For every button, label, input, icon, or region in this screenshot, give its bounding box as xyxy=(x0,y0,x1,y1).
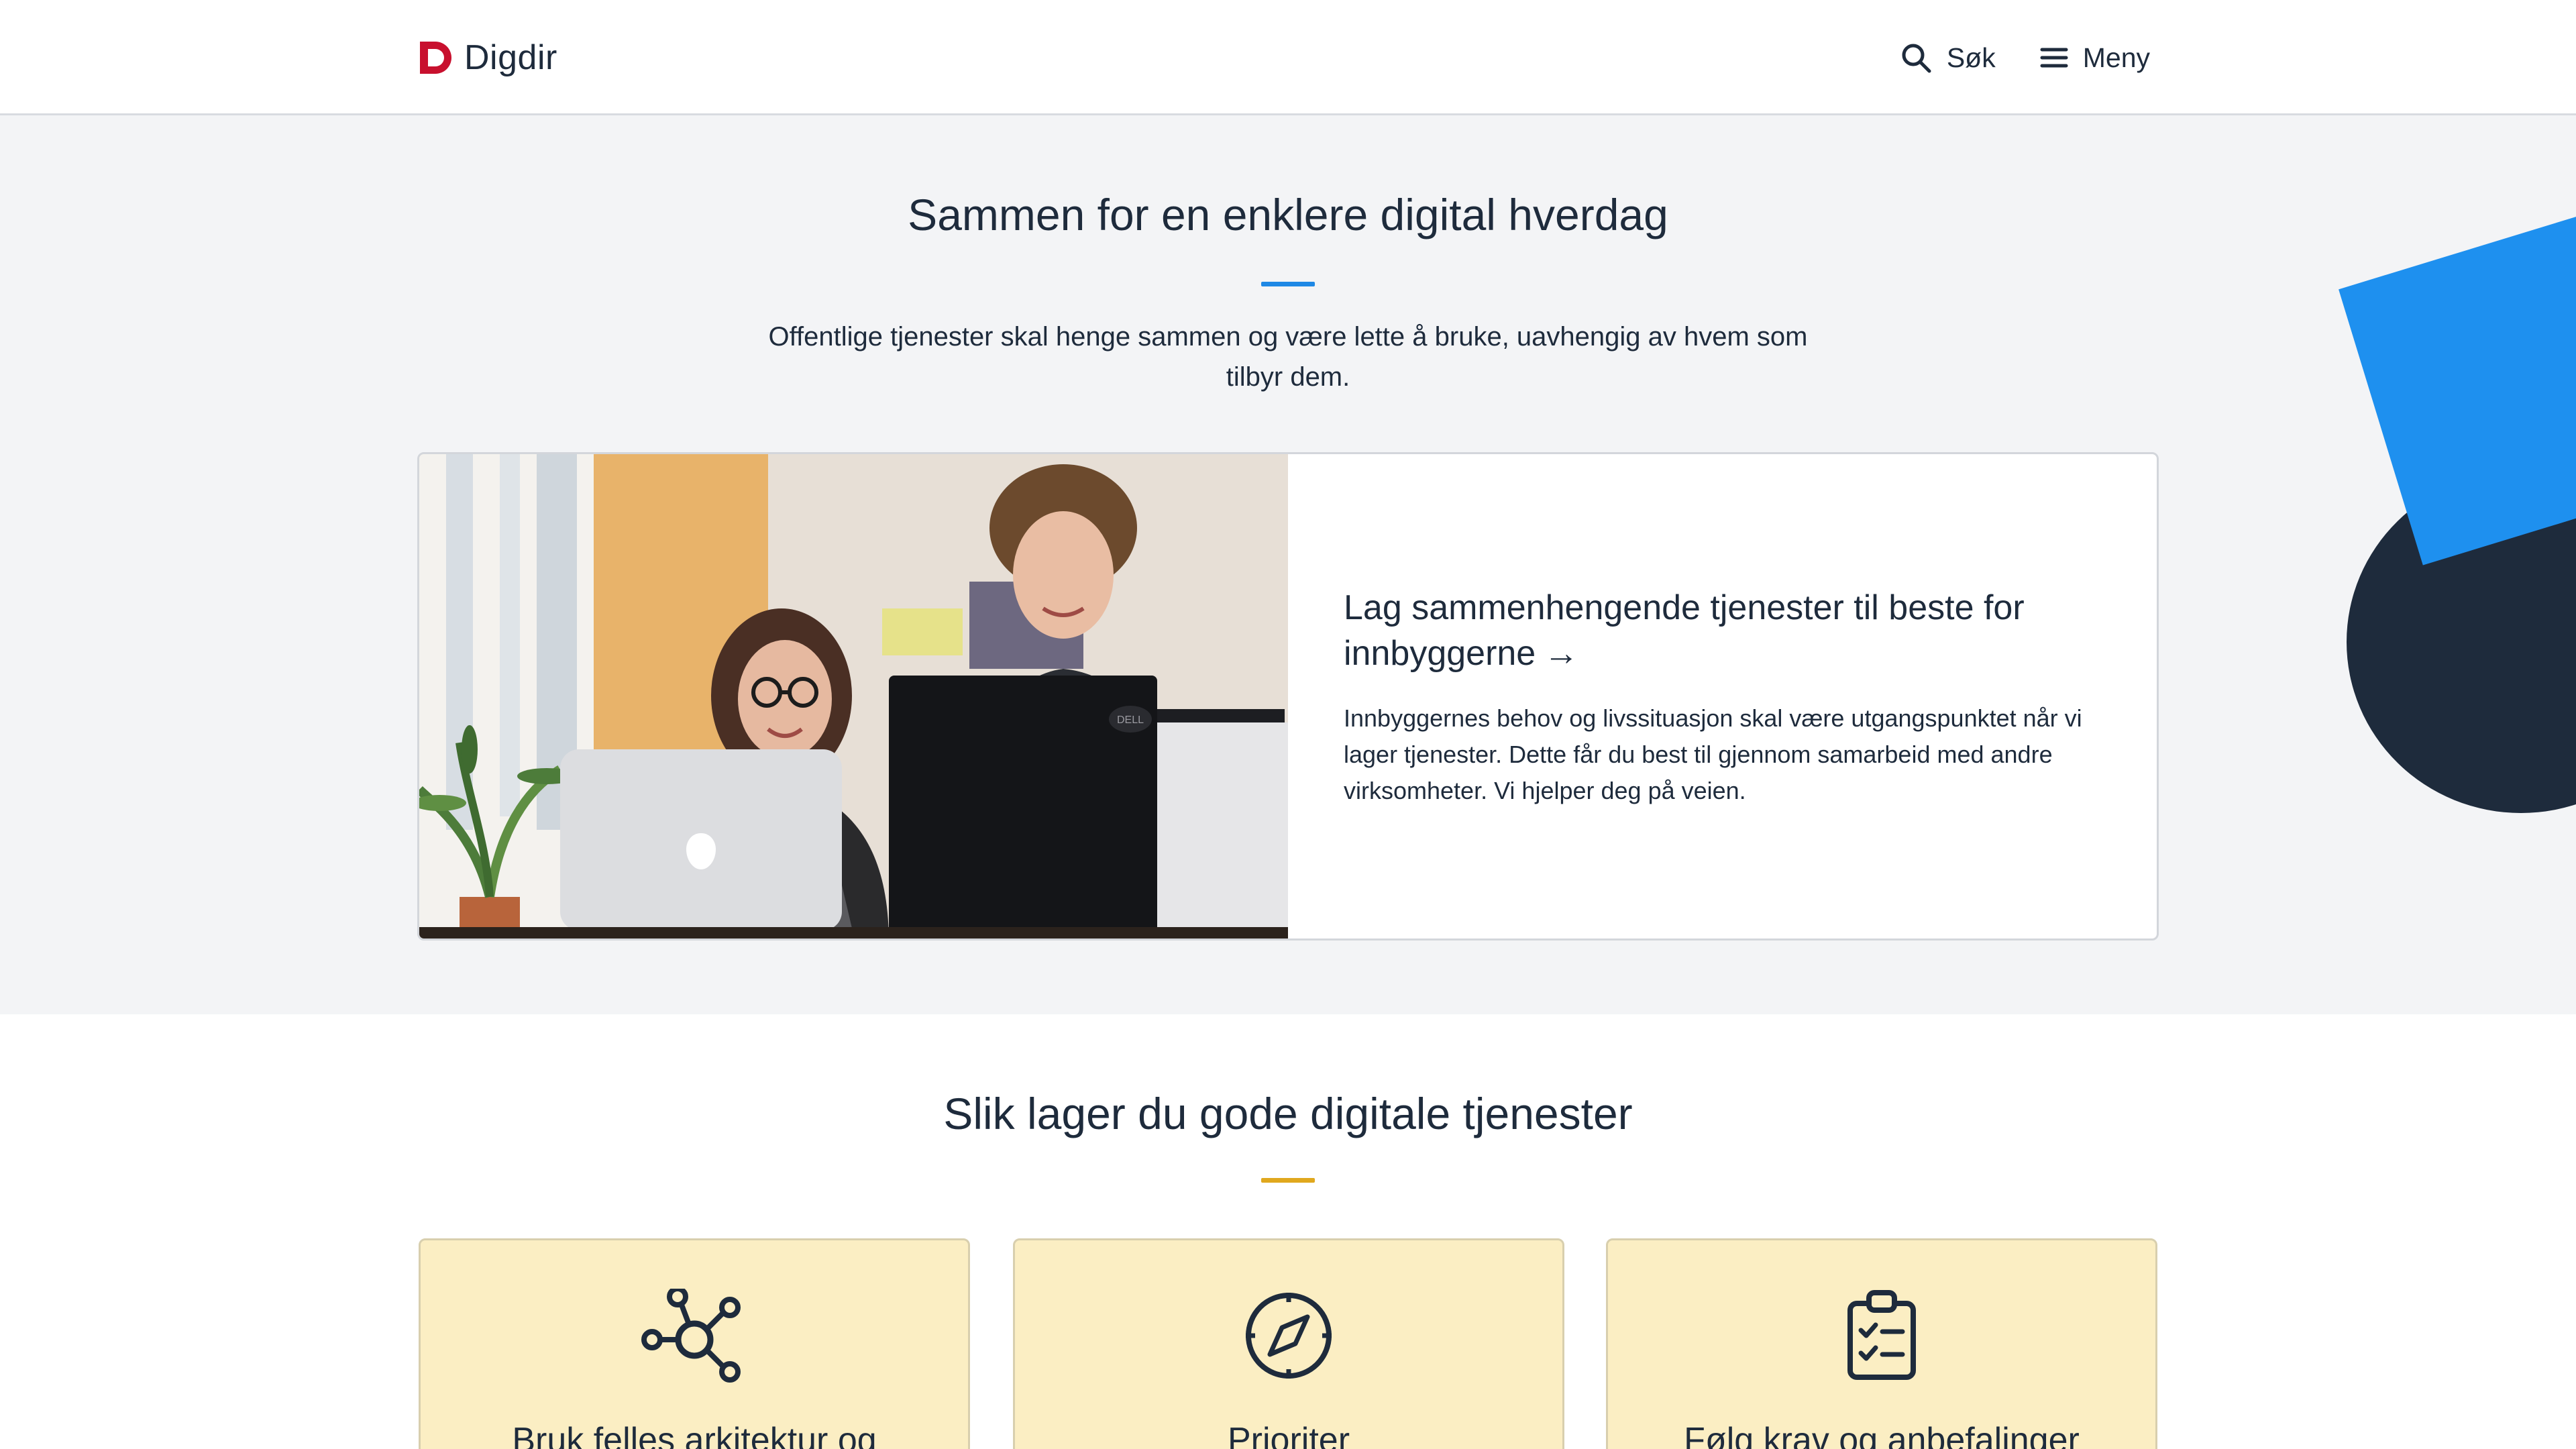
network-icon xyxy=(637,1289,751,1383)
logo-text: Digdir xyxy=(464,38,557,77)
hero-section: Sammen for en enklere digital hverdag Of… xyxy=(0,115,2576,1014)
site-header: Digdir Søk Meny xyxy=(0,0,2576,115)
search-button[interactable]: Søk xyxy=(1900,42,1996,74)
section-title: Slik lager du gode digitale tjenester xyxy=(943,1089,1633,1138)
card-architecture-label: Bruk felles arkitektur og xyxy=(512,1421,877,1449)
search-label: Søk xyxy=(1946,42,1996,73)
feature-photo: DELL xyxy=(419,454,1288,938)
hero-lead-text: Offentlige tjenester skal henge sammen o… xyxy=(768,322,1808,392)
section-accent-line xyxy=(1261,1178,1315,1183)
monitor-illustration: DELL xyxy=(889,676,1288,938)
digdir-logo-link[interactable]: Digdir xyxy=(417,37,557,78)
card-prioritize-label: Prioriter xyxy=(1227,1421,1350,1449)
digdir-logo-icon xyxy=(420,42,451,74)
feature-card-title: Lag sammenhengende tjenester til beste f… xyxy=(1344,585,2115,676)
good-services-section: Slik lager du gode digitale tjenester Br… xyxy=(0,1014,2576,1449)
feature-card-title-text: Lag sammenhengende tjenester til beste f… xyxy=(1344,588,2025,673)
header-actions: Søk Meny xyxy=(1900,37,2150,78)
hamburger-menu-icon xyxy=(2040,48,2068,68)
feature-card[interactable]: DELL Lag sammenhengende tjenester til be… xyxy=(417,452,2159,941)
compass-icon xyxy=(1232,1289,1346,1383)
feature-card-body: Lag sammenhengende tjenester til beste f… xyxy=(1344,585,2115,809)
clipboard-check-icon xyxy=(1825,1289,1939,1383)
feature-card-text: Innbyggernes behov og livssituasjon skal… xyxy=(1344,704,2082,804)
hero-title: Sammen for en enklere digital hverdag xyxy=(908,190,1668,239)
menu-button[interactable]: Meny xyxy=(2040,42,2150,74)
office-photo-illustration: DELL xyxy=(419,454,1288,938)
decorative-blue-square xyxy=(2339,209,2576,566)
hero-accent-line xyxy=(1261,282,1315,286)
card-requirements[interactable]: Følg krav og anbefalinger xyxy=(1606,1238,2157,1449)
menu-label: Meny xyxy=(2082,42,2150,73)
card-architecture[interactable]: Bruk felles arkitektur og xyxy=(419,1238,970,1449)
laptop-illustration xyxy=(560,749,855,938)
monitor-brand-text: DELL xyxy=(1117,714,1144,726)
search-icon xyxy=(1902,44,1931,73)
card-prioritize[interactable]: Prioriter xyxy=(1013,1238,1564,1449)
card-requirements-label: Følg krav og anbefalinger xyxy=(1684,1421,2080,1449)
arrow-right-icon: → xyxy=(1544,634,1579,673)
